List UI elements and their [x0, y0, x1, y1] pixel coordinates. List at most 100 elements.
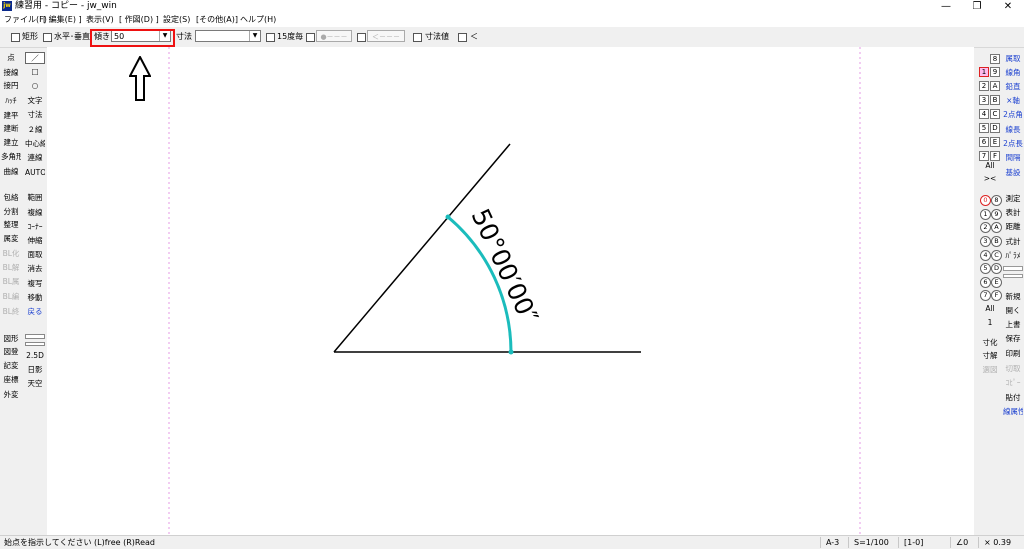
minimize-button[interactable]: — — [931, 0, 961, 13]
draw-tool-20[interactable]: 日影 — [25, 364, 45, 376]
right-swatch-2[interactable] — [1003, 274, 1023, 278]
menu-edit[interactable]: [ 編集(E) ] — [43, 13, 82, 27]
dimval-checkbox[interactable] — [413, 33, 422, 42]
right-tool-c1[interactable]: 新規 — [1003, 291, 1023, 303]
left-tool-3[interactable]: 接円 — [1, 80, 21, 92]
layer-15[interactable]: F — [991, 290, 1002, 301]
left-tool-1[interactable]: 点 — [1, 52, 21, 64]
chevron-down-icon[interactable]: ▼ — [249, 31, 260, 41]
scale-indicator[interactable]: S=1/100 — [854, 537, 889, 548]
left-tool-4[interactable]: ﾊｯﾁ — [1, 95, 21, 107]
left-tool-2[interactable]: 接線 — [1, 67, 21, 79]
right-tool-a5[interactable]: 2点長 — [1003, 138, 1023, 150]
draw-tool-16[interactable]: 複写 — [25, 278, 45, 290]
point-style-button[interactable]: ●－－－ — [316, 30, 352, 42]
menu-draw[interactable]: [ 作図(D) ] — [119, 13, 159, 27]
tool-zokutori[interactable]: 属取 — [1003, 53, 1023, 65]
layer-9[interactable]: 9 — [991, 209, 1002, 220]
right-tool-a4[interactable]: 線長 — [1003, 124, 1023, 136]
layer-10[interactable]: A — [991, 222, 1002, 233]
draw-tool-7[interactable]: 中心線 — [25, 138, 45, 150]
layer-8[interactable]: 8 — [991, 195, 1002, 206]
restore-button[interactable]: ❐ — [962, 0, 992, 13]
left-tool-17[interactable]: BL編 — [1, 291, 21, 303]
right-tool-c5[interactable]: 印刷 — [1003, 348, 1023, 360]
right-tool-d3[interactable]: 選図 — [980, 364, 1000, 376]
draw-tool-18[interactable]: 戻る — [25, 306, 45, 318]
right-tool-a3[interactable]: 2点角 — [1003, 109, 1023, 121]
right-tool-c3[interactable]: 上書 — [1003, 319, 1023, 331]
layer-1[interactable]: 1 — [980, 209, 991, 220]
right-tool-a1[interactable]: 鉛直 — [1003, 81, 1023, 93]
draw-tool-11[interactable]: 複線 — [25, 207, 45, 219]
draw-tool-6[interactable]: ２線 — [25, 124, 45, 136]
right-tool-c6[interactable]: 切取 — [1003, 363, 1023, 375]
layer-hex-14[interactable]: E — [990, 137, 1000, 147]
menu-file[interactable]: ファイル(F) — [4, 13, 47, 27]
left-tool-15[interactable]: BL解 — [1, 262, 21, 274]
arrow-checkbox[interactable] — [357, 33, 366, 42]
right-tool-b3[interactable]: 距離 — [1003, 221, 1023, 233]
right-tool-d1[interactable]: 寸化 — [980, 337, 1000, 349]
layer-hex-10[interactable]: A — [990, 81, 1000, 91]
draw-tool-3[interactable]: ○ — [25, 80, 45, 92]
left-tool-9[interactable]: 曲線 — [1, 166, 21, 178]
left-tool-7[interactable]: 建立 — [1, 137, 21, 149]
draw-tool-8[interactable]: 連線 — [25, 152, 45, 164]
layer-group-2[interactable]: 2 — [979, 81, 989, 91]
draw-tool-4[interactable]: 文字 — [25, 95, 45, 107]
layer-group-1[interactable]: 1 — [979, 67, 989, 77]
menu-settings[interactable]: 設定(S) — [163, 13, 190, 27]
point-checkbox[interactable] — [306, 33, 315, 42]
right-tool-c7[interactable]: ｺﾋﾟｰ — [1003, 377, 1023, 389]
layer-0[interactable]: 0 — [980, 195, 991, 206]
arrow-style-button[interactable]: ＜－－－ — [367, 30, 405, 42]
mult15-checkbox[interactable] — [266, 33, 275, 42]
all-layers-button[interactable]: All — [980, 160, 1000, 172]
left-tool-11[interactable]: 分割 — [1, 206, 21, 218]
menu-other[interactable]: [その他(A)] — [196, 13, 238, 27]
left-tool-6[interactable]: 建断 — [1, 123, 21, 135]
right-tool-d2[interactable]: 寸解 — [980, 350, 1000, 362]
left-tool-10[interactable]: 包絡 — [1, 192, 21, 204]
left-tool-20[interactable]: 図登 — [1, 346, 21, 358]
angle-indicator[interactable]: ∠0 — [956, 537, 968, 548]
layer-group-6[interactable]: 6 — [979, 137, 989, 147]
layer-2[interactable]: 2 — [980, 222, 991, 233]
left-tool-14[interactable]: BL化 — [1, 248, 21, 260]
left-tool-12[interactable]: 整理 — [1, 219, 21, 231]
right-tool-b2[interactable]: 表計 — [1003, 207, 1023, 219]
layer-hex-8[interactable]: 8 — [990, 54, 1000, 64]
menu-help[interactable]: ヘルプ(H) — [240, 13, 276, 27]
layer-6[interactable]: 6 — [980, 277, 991, 288]
drawing-canvas[interactable]: 50°00′00″ — [47, 47, 974, 535]
left-tool-19[interactable]: 図形 — [1, 333, 21, 345]
right-swatch-1[interactable] — [1003, 266, 1023, 271]
layer-hex-13[interactable]: D — [990, 123, 1000, 133]
left-tool-21[interactable]: 記変 — [1, 360, 21, 372]
draw-tool-5[interactable]: 寸法 — [25, 109, 45, 121]
right-tool-b4[interactable]: 式計 — [1003, 236, 1023, 248]
layer-11[interactable]: B — [991, 236, 1002, 247]
layer-indicator[interactable]: [1-0] — [904, 537, 923, 548]
one-button[interactable]: 1 — [980, 317, 1000, 329]
layer-3[interactable]: 3 — [980, 236, 991, 247]
draw-tool-12[interactable]: ｺｰﾅｰ — [25, 221, 45, 233]
layer-7[interactable]: 7 — [980, 290, 991, 301]
right-tool-c9[interactable]: 線属性 — [1003, 406, 1023, 418]
zoom-indicator[interactable]: × 0.39 — [984, 537, 1011, 548]
draw-tool-17[interactable]: 移動 — [25, 292, 45, 304]
left-tool-16[interactable]: BL属 — [1, 276, 21, 288]
left-tool-8[interactable]: 多角形 — [1, 151, 21, 163]
layer-group-5[interactable]: 5 — [979, 123, 989, 133]
draw-tool-19[interactable]: 2.5D — [25, 350, 45, 362]
tool-senkaku[interactable]: 線角 — [1003, 67, 1023, 79]
left-tool-23[interactable]: 外変 — [1, 389, 21, 401]
draw-tool-15[interactable]: 消去 — [25, 263, 45, 275]
left-tool-18[interactable]: BL終 — [1, 306, 21, 318]
extra-checkbox[interactable] — [458, 33, 467, 42]
all-layers-button-2[interactable]: All — [980, 303, 1000, 315]
layer-13[interactable]: D — [991, 263, 1002, 274]
hv-checkbox[interactable] — [43, 33, 52, 42]
draw-tool-13[interactable]: 伸縮 — [25, 235, 45, 247]
